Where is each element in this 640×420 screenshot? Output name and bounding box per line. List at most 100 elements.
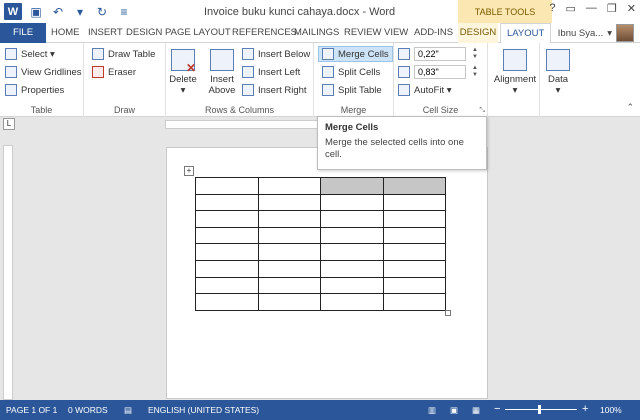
view-gridlines-button[interactable]: View Gridlines xyxy=(5,66,82,78)
undo-dropdown-icon[interactable]: ▾ xyxy=(72,4,88,20)
word-count[interactable]: 0 WORDS xyxy=(68,405,108,415)
tab-view[interactable]: VIEW xyxy=(384,23,408,43)
row-height-input[interactable] xyxy=(414,47,466,61)
ribbon-display-icon[interactable]: ▭ xyxy=(566,2,576,15)
language-status[interactable]: ENGLISH (UNITED STATES) xyxy=(148,405,259,415)
tab-insert[interactable]: INSERT xyxy=(88,23,123,43)
undo-icon[interactable]: ↶ xyxy=(50,4,66,20)
select-button[interactable]: Select ▾ xyxy=(5,48,55,60)
read-mode-icon[interactable]: ▥ xyxy=(428,405,436,416)
autofit-icon xyxy=(398,84,410,96)
table-cell[interactable] xyxy=(382,210,446,228)
proofing-icon[interactable]: ▤ xyxy=(124,405,132,416)
properties-icon xyxy=(5,84,17,96)
save-icon[interactable]: ▣ xyxy=(28,4,44,20)
table-cell[interactable] xyxy=(382,259,446,278)
zoom-out-button[interactable]: − xyxy=(494,403,500,415)
zoom-level[interactable]: 100% xyxy=(600,405,622,415)
alignment-button[interactable]: Alignment ▾ xyxy=(492,49,538,96)
table-cell[interactable] xyxy=(195,226,259,245)
table-cell[interactable] xyxy=(195,259,259,278)
vertical-ruler[interactable] xyxy=(3,145,13,400)
draw-table-button[interactable]: Draw Table xyxy=(92,48,155,60)
table-cell[interactable] xyxy=(320,259,384,278)
table-move-handle-icon[interactable]: + xyxy=(184,166,194,176)
table-cell[interactable] xyxy=(257,259,321,278)
column-width-spinner[interactable]: ▲ ▼ xyxy=(470,65,480,79)
table-cell[interactable] xyxy=(257,293,321,311)
row-height-spinner[interactable]: ▲ ▼ xyxy=(470,47,480,61)
dialog-launcher-icon[interactable]: ⤡ xyxy=(479,107,485,115)
tab-file[interactable]: FILE xyxy=(0,23,46,43)
merge-cells-button[interactable]: Merge Cells xyxy=(318,46,393,62)
table-cell[interactable] xyxy=(257,276,321,295)
tab-add-ins[interactable]: ADD-INS xyxy=(414,23,453,43)
insert-right-button[interactable]: Insert Right xyxy=(242,84,307,96)
user-account[interactable]: Ibnu Sya... ▾ xyxy=(558,23,634,43)
table-cell[interactable] xyxy=(195,293,259,311)
tab-design[interactable]: DESIGN xyxy=(126,23,162,43)
table-cell[interactable] xyxy=(382,243,446,261)
table-cell[interactable] xyxy=(382,226,446,245)
tab-selector[interactable]: L xyxy=(3,118,15,130)
alignment-icon xyxy=(503,49,527,71)
zoom-slider-thumb[interactable] xyxy=(538,405,541,414)
table-cell[interactable] xyxy=(195,243,259,261)
table-cell[interactable] xyxy=(195,193,259,212)
eraser-button[interactable]: Eraser xyxy=(92,66,136,78)
redo-icon[interactable]: ↻ xyxy=(94,4,110,20)
table-cell[interactable] xyxy=(320,293,384,311)
word-logo-icon: W xyxy=(4,3,22,20)
web-layout-icon[interactable]: ▦ xyxy=(472,405,480,416)
table-cell[interactable] xyxy=(320,177,384,195)
tab-review[interactable]: REVIEW xyxy=(344,23,381,43)
autofit-button[interactable]: AutoFit ▾ xyxy=(398,84,452,96)
tab-references[interactable]: REFERENCES xyxy=(232,23,297,43)
table-cell[interactable] xyxy=(257,243,321,261)
document-table[interactable] xyxy=(195,177,446,311)
table-cell[interactable] xyxy=(382,193,446,212)
page-count[interactable]: PAGE 1 OF 1 xyxy=(6,405,57,415)
table-cell[interactable] xyxy=(195,276,259,295)
table-cell[interactable] xyxy=(195,177,259,195)
tab-home[interactable]: HOME xyxy=(51,23,80,43)
delete-button[interactable]: Delete ▾ xyxy=(168,49,198,96)
zoom-slider[interactable] xyxy=(505,409,577,410)
minimize-button[interactable]: — xyxy=(586,2,597,15)
tab-mailings[interactable]: MAILINGS xyxy=(294,23,339,43)
table-cell[interactable] xyxy=(257,177,321,195)
table-cell[interactable] xyxy=(382,293,446,311)
table-cell[interactable] xyxy=(382,177,446,195)
help-button[interactable]: ? xyxy=(549,2,555,15)
tab-layout[interactable]: LAYOUT xyxy=(500,23,552,44)
print-layout-icon[interactable]: ▣ xyxy=(450,405,458,416)
table-cell[interactable] xyxy=(320,243,384,261)
table-cell[interactable] xyxy=(195,210,259,228)
table-cell[interactable] xyxy=(320,210,384,228)
column-width-input[interactable] xyxy=(414,65,466,79)
table-cell[interactable] xyxy=(257,193,321,212)
merge-cells-label: Merge Cells xyxy=(338,48,389,60)
table-tools-label: TABLE TOOLS xyxy=(458,0,552,23)
restore-button[interactable]: ❐ xyxy=(607,2,617,15)
split-table-button[interactable]: Split Table xyxy=(322,84,382,96)
insert-below-button[interactable]: Insert Below xyxy=(242,48,310,60)
table-cell[interactable] xyxy=(382,276,446,295)
insert-left-button[interactable]: Insert Left xyxy=(242,66,300,78)
table-cell[interactable] xyxy=(320,276,384,295)
split-cells-button[interactable]: Split Cells xyxy=(322,66,380,78)
table-cell[interactable] xyxy=(320,193,384,212)
data-button[interactable]: Data ▾ xyxy=(542,49,574,96)
properties-button[interactable]: Properties xyxy=(5,84,64,96)
tab-page-layout[interactable]: PAGE LAYOUT xyxy=(165,23,231,43)
customize-qat-icon[interactable]: ≡ xyxy=(116,4,132,20)
collapse-ribbon-icon[interactable]: ⌃ xyxy=(626,102,634,113)
zoom-in-button[interactable]: + xyxy=(582,403,588,415)
table-cell[interactable] xyxy=(320,226,384,245)
table-resize-handle[interactable] xyxy=(445,310,451,316)
close-button[interactable]: ✕ xyxy=(627,2,636,15)
table-cell[interactable] xyxy=(257,210,321,228)
insert-above-button[interactable]: Insert Above xyxy=(205,49,239,96)
tab-table-design[interactable]: DESIGN xyxy=(458,23,498,43)
table-cell[interactable] xyxy=(257,226,321,245)
